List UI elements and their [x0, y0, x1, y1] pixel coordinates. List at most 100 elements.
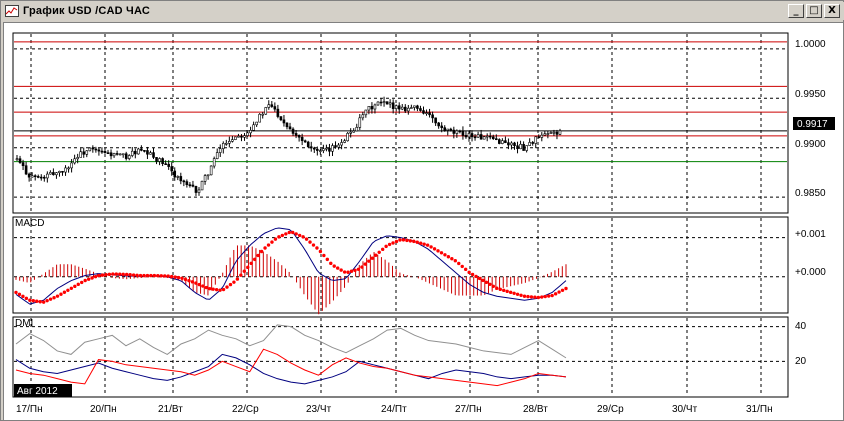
- price-tick: 0.9850: [795, 188, 826, 199]
- candle-body: [264, 107, 268, 115]
- macd-signal-point: [252, 257, 257, 262]
- candle-body: [18, 158, 22, 163]
- macd-signal-point: [380, 247, 385, 252]
- candle-body: [461, 130, 465, 136]
- macd-signal-point: [135, 273, 139, 278]
- title-bar[interactable]: График USD /CAD ЧАС _ □ X: [2, 2, 844, 20]
- macd-tick: +0.000: [795, 267, 826, 278]
- x-tick: 24/Пт: [381, 404, 407, 415]
- candle-body: [382, 101, 386, 103]
- candle-body: [349, 131, 352, 134]
- macd-signal-point: [339, 268, 343, 272]
- candle-body: [428, 112, 431, 116]
- macd-signal-point: [86, 277, 91, 281]
- candle-body: [346, 133, 349, 142]
- macd-signal-point: [526, 294, 530, 299]
- macd-signal-point: [35, 299, 39, 303]
- dmi-panel[interactable]: [12, 316, 789, 398]
- macd-signal-point: [436, 249, 440, 253]
- candle-body: [246, 132, 249, 136]
- macd-signal-point: [156, 273, 160, 278]
- candle-body: [234, 136, 237, 140]
- macd-signal-point: [512, 291, 516, 296]
- macd-signal-point: [363, 262, 368, 266]
- macd-signal-point: [121, 272, 125, 277]
- macd-signal-point: [439, 251, 444, 255]
- price-tick: 0.9950: [795, 89, 826, 100]
- candle-body: [537, 136, 541, 139]
- candle-body: [103, 151, 107, 153]
- candle-body: [416, 105, 419, 109]
- candle-body: [394, 105, 398, 109]
- macd-signal-point: [111, 272, 115, 276]
- candle-body: [325, 147, 328, 150]
- macd-signal-point: [367, 259, 371, 263]
- candle-body: [188, 184, 192, 186]
- candle-body: [343, 140, 346, 143]
- candle-body: [379, 101, 383, 104]
- macd-signal-point: [304, 237, 309, 241]
- macd-signal-point: [83, 278, 87, 283]
- maximize-button[interactable]: □: [806, 4, 822, 18]
- macd-signal-point: [201, 284, 205, 288]
- candle-body: [258, 113, 261, 123]
- candle-body: [543, 133, 547, 136]
- macd-signal-point: [159, 274, 163, 278]
- candle-body: [36, 176, 40, 178]
- macd-signal-point: [308, 240, 312, 244]
- macd-signal-point: [495, 286, 499, 290]
- macd-series: [14, 227, 568, 315]
- macd-signal-point: [498, 287, 502, 292]
- candle-body: [228, 141, 231, 144]
- candle-body: [452, 129, 456, 134]
- candle-body: [440, 125, 443, 128]
- macd-signal-point: [55, 294, 60, 298]
- candle-body: [388, 102, 392, 105]
- macd-signal-point: [249, 261, 253, 266]
- macd-signal-point: [325, 257, 330, 262]
- candle-body: [410, 107, 413, 109]
- macd-signal-point: [457, 261, 461, 266]
- candle-body: [413, 105, 416, 108]
- candlestick-series: [15, 96, 562, 196]
- candle-body: [370, 106, 374, 110]
- candle-body: [519, 143, 522, 150]
- macd-signal-point: [173, 275, 177, 279]
- macd-signal-point: [505, 289, 509, 294]
- window-title: График USD /CAD ЧАС: [23, 5, 150, 17]
- macd-signal-point: [166, 274, 170, 278]
- candle-body: [179, 176, 183, 182]
- candle-body: [552, 131, 556, 134]
- x-tick: 30/Чт: [672, 404, 698, 415]
- close-button[interactable]: X: [824, 4, 840, 18]
- macd-signal-point: [138, 273, 143, 278]
- candle-body: [39, 176, 43, 179]
- chart-area[interactable]: 0.9917 1.0000 0.9950 0.9900 0.9850 +0.00…: [3, 22, 843, 420]
- candle-body: [124, 153, 128, 159]
- candle-body: [143, 150, 146, 152]
- minimize-button[interactable]: _: [788, 4, 804, 18]
- candle-body: [476, 134, 480, 138]
- macd-signal-point: [287, 230, 291, 235]
- price-panel[interactable]: [12, 32, 789, 214]
- grid-lines: [14, 34, 787, 396]
- macd-signal-point: [519, 293, 523, 297]
- candle-body: [79, 151, 83, 158]
- macd-signal-point: [107, 272, 112, 277]
- chart-app-icon: [5, 5, 19, 17]
- macd-signal-point: [270, 240, 274, 244]
- macd-signal-point: [284, 232, 288, 236]
- x-tick: 27/Пн: [455, 404, 482, 415]
- candle-body: [203, 175, 207, 182]
- candle-body: [167, 163, 170, 167]
- macd-signal-point: [349, 269, 354, 273]
- chart-canvas[interactable]: 0.9917 1.0000 0.9950 0.9900 0.9850 +0.00…: [4, 23, 843, 420]
- candle-body: [361, 114, 365, 119]
- macd-panel[interactable]: [12, 216, 789, 314]
- candle-body: [55, 172, 58, 176]
- macd-signal-point: [124, 272, 129, 277]
- macd-line: [15, 227, 567, 305]
- dmi-tick: 40: [795, 321, 807, 332]
- macd-signal-point: [41, 300, 46, 304]
- macd-signal-point: [163, 274, 167, 278]
